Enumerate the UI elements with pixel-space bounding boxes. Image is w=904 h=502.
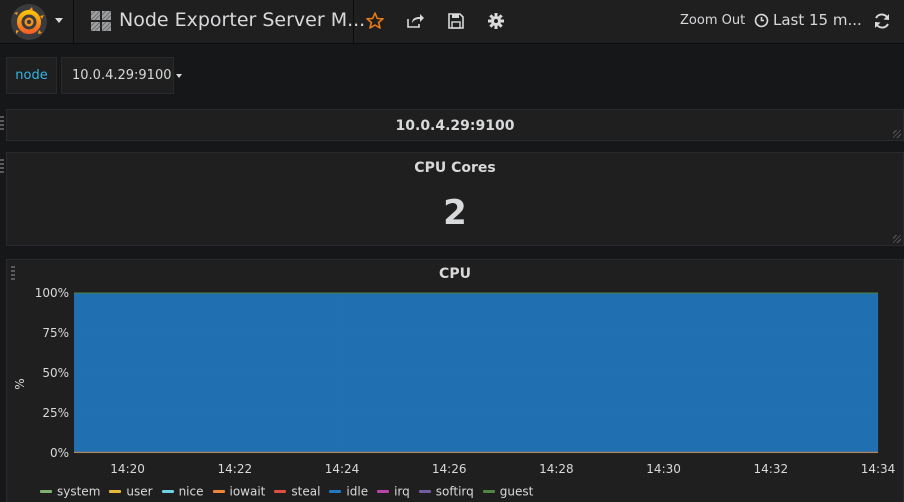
legend-swatch xyxy=(274,490,287,493)
x-tick-label: 14:26 xyxy=(432,462,467,476)
legend-label: softirq xyxy=(435,484,474,499)
cpu-chart[interactable]: % 100% 75% 50% 25% 0% 14:20 14:22 14:24 14:26 14… xyxy=(0,0,904,484)
legend-item-irq[interactable]: irq xyxy=(377,484,410,499)
y-tick-label: 50% xyxy=(42,366,69,380)
legend-item-guest[interactable]: guest xyxy=(482,484,534,499)
x-tick-label: 14:28 xyxy=(539,462,574,476)
legend-label: iowait xyxy=(229,484,266,499)
legend-swatch xyxy=(377,490,390,493)
legend-item-system[interactable]: system xyxy=(40,484,100,499)
legend-item-steal[interactable]: steal xyxy=(274,484,320,499)
legend-item-user[interactable]: user xyxy=(109,484,153,499)
x-tick-label: 14:30 xyxy=(646,462,681,476)
x-tick-label: 14:34 xyxy=(861,462,896,476)
y-tick-label: 25% xyxy=(42,406,69,420)
legend-item-idle[interactable]: idle xyxy=(329,484,368,499)
x-tick-label: 14:22 xyxy=(218,462,253,476)
legend-item-nice[interactable]: nice xyxy=(161,484,204,499)
x-tick-label: 14:32 xyxy=(754,462,789,476)
legend-swatch xyxy=(418,490,431,493)
x-tick-label: 14:24 xyxy=(325,462,360,476)
series-area-idle[interactable] xyxy=(74,293,878,452)
legend-swatch xyxy=(40,490,52,493)
x-tick-label: 14:20 xyxy=(110,462,145,476)
legend-label: user xyxy=(126,484,153,499)
y-tick-label: 75% xyxy=(42,326,69,340)
y-tick-label: 100% xyxy=(35,286,69,300)
legend-swatch xyxy=(212,490,225,493)
legend-swatch xyxy=(161,490,174,493)
legend-swatch xyxy=(482,490,495,493)
legend-swatch xyxy=(109,490,122,493)
legend-label: idle xyxy=(346,484,369,499)
legend-label: nice xyxy=(178,484,204,499)
legend-label: steal xyxy=(291,484,321,499)
legend-item-iowait[interactable]: iowait xyxy=(212,484,266,499)
legend-label: system xyxy=(57,484,101,499)
legend-label: irq xyxy=(394,484,410,499)
legend-swatch xyxy=(329,490,342,493)
y-axis-label: % xyxy=(13,378,27,389)
chart-legend: system user nice iowait steal idle irq softirq g… xyxy=(40,484,542,500)
legend-label: guest xyxy=(499,484,534,499)
y-tick-label: 0% xyxy=(50,446,69,460)
legend-item-softirq[interactable]: softirq xyxy=(418,484,474,499)
